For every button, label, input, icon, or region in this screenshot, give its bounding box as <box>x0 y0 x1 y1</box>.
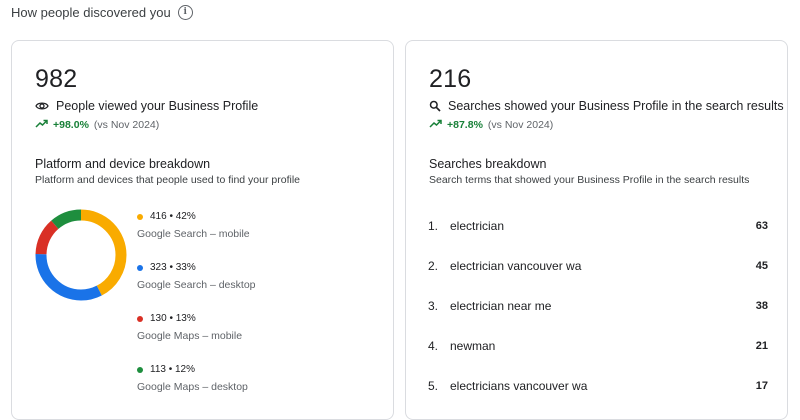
searches-label: Searches showed your Business Profile in… <box>448 99 784 113</box>
searches-breakdown-title: Searches breakdown <box>429 157 547 171</box>
profile-views-delta-pct: +98.0% <box>53 119 89 131</box>
search-term-text: newman <box>450 339 496 353</box>
info-icon[interactable]: i <box>177 5 193 20</box>
page-header: How people discovered you i <box>11 5 193 20</box>
profile-views-delta: +98.0% (vs Nov 2024) <box>35 119 159 131</box>
legend-item: 130 • 13% Google Maps – mobile <box>137 313 337 342</box>
legend-dot-icon <box>137 213 143 220</box>
legend-stat: 130 • 13% <box>150 313 196 324</box>
search-term-count: 45 <box>755 260 768 272</box>
page-title: How people discovered you <box>11 5 171 20</box>
legend-item: 323 • 33% Google Search – desktop <box>137 262 337 291</box>
search-term-text: electricians vancouver wa <box>450 379 588 393</box>
search-term-index: 3. <box>428 299 439 313</box>
search-term-text: electrician <box>450 219 505 233</box>
search-term-index: 4. <box>428 339 439 353</box>
legend-label: Google Maps – mobile <box>137 330 243 342</box>
profile-views-card: 982 People viewed your Business Profile … <box>11 40 394 420</box>
platform-breakdown-subtitle: Platform and devices that people used to… <box>35 174 300 186</box>
searches-total: 216 <box>429 65 472 93</box>
search-term-count: 38 <box>755 300 768 312</box>
search-term-count: 21 <box>755 340 768 352</box>
searches-card: 216 Searches showed your Business Profil… <box>405 40 788 420</box>
legend-dot-icon <box>137 315 143 322</box>
search-term-text: electrician vancouver wa <box>450 259 582 273</box>
search-term-row[interactable]: 4. newman 21 <box>428 339 768 353</box>
search-term-count: 17 <box>755 380 768 392</box>
legend-stat: 323 • 33% <box>150 262 196 273</box>
search-term-row[interactable]: 5. electricians vancouver wa 17 <box>428 379 768 393</box>
trending-up-icon <box>429 119 442 131</box>
search-term-row[interactable]: 2. electrician vancouver wa 45 <box>428 259 768 273</box>
platform-breakdown-title: Platform and device breakdown <box>35 157 211 171</box>
search-term-text: electrician near me <box>450 299 552 313</box>
profile-views-label: People viewed your Business Profile <box>56 99 259 113</box>
searches-metric: Searches showed your Business Profile in… <box>429 99 784 113</box>
search-term-row[interactable]: 1. electrician 63 <box>428 219 768 233</box>
legend-stat: 416 • 42% <box>150 211 196 222</box>
legend-item: 416 • 42% Google Search – mobile <box>137 211 337 240</box>
profile-views-metric: People viewed your Business Profile <box>35 99 258 113</box>
search-icon <box>429 100 441 112</box>
searches-breakdown-subtitle: Search terms that showed your Business P… <box>429 174 750 186</box>
platform-donut-chart <box>35 209 127 301</box>
legend-label: Google Search – desktop <box>137 279 256 291</box>
search-term-row[interactable]: 3. electrician near me 38 <box>428 299 768 313</box>
legend-label: Google Maps – desktop <box>137 381 248 393</box>
legend-stat: 113 • 12% <box>150 364 196 375</box>
search-term-count: 63 <box>755 220 768 232</box>
searches-delta: +87.8% (vs Nov 2024) <box>429 119 553 131</box>
search-term-index: 2. <box>428 259 439 273</box>
profile-views-delta-vs: (vs Nov 2024) <box>93 119 160 131</box>
legend-label: Google Search – mobile <box>137 228 250 240</box>
search-term-index: 1. <box>428 219 439 233</box>
trending-up-icon <box>35 119 48 131</box>
legend-item: 113 • 12% Google Maps – desktop <box>137 364 337 393</box>
search-term-index: 5. <box>428 379 439 393</box>
searches-delta-pct: +87.8% <box>447 119 483 131</box>
eye-icon <box>35 101 49 111</box>
legend-dot-icon <box>137 264 143 271</box>
searches-delta-vs: (vs Nov 2024) <box>487 119 554 131</box>
profile-views-total: 982 <box>35 65 78 93</box>
legend-dot-icon <box>137 366 143 373</box>
